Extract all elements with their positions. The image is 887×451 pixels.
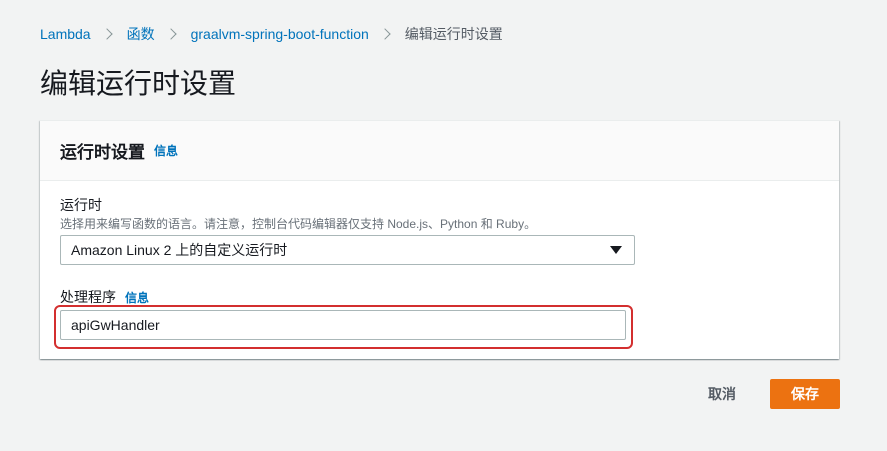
runtime-select[interactable]: Amazon Linux 2 上的自定义运行时 (60, 235, 635, 265)
form-actions: 取消 保存 (692, 379, 840, 409)
breadcrumb-functions-link[interactable]: 函数 (127, 24, 155, 44)
runtime-description: 选择用来编写函数的语言。请注意，控制台代码编辑器仅支持 Node.js、Pyth… (60, 217, 537, 231)
caret-down-icon (610, 246, 622, 254)
breadcrumb: Lambda 函数 graalvm-spring-boot-function 编… (40, 24, 503, 44)
handler-label: 处理程序 (60, 289, 116, 305)
chevron-right-icon (164, 28, 177, 40)
breadcrumb-function-name-link[interactable]: graalvm-spring-boot-function (191, 26, 369, 42)
handler-label-row: 处理程序 信息 (60, 287, 149, 307)
runtime-selected-value: Amazon Linux 2 上的自定义运行时 (71, 242, 288, 258)
runtime-label: 运行时 (60, 197, 102, 213)
breadcrumb-lambda-link[interactable]: Lambda (40, 26, 91, 42)
chevron-right-icon (379, 28, 391, 40)
save-button[interactable]: 保存 (770, 379, 840, 409)
handler-info-link[interactable]: 信息 (125, 289, 149, 306)
page-title: 编辑运行时设置 (40, 68, 237, 99)
handler-input[interactable] (60, 310, 626, 340)
chevron-right-icon (100, 28, 113, 40)
cancel-button[interactable]: 取消 (692, 379, 752, 409)
runtime-settings-panel: 运行时设置 信息 运行时 选择用来编写函数的语言。请注意，控制台代码编辑器仅支持… (40, 120, 839, 359)
panel-title: 运行时设置 (60, 143, 145, 162)
panel-header: 运行时设置 信息 (40, 121, 839, 181)
panel-info-link[interactable]: 信息 (154, 142, 178, 159)
breadcrumb-current: 编辑运行时设置 (404, 26, 503, 42)
